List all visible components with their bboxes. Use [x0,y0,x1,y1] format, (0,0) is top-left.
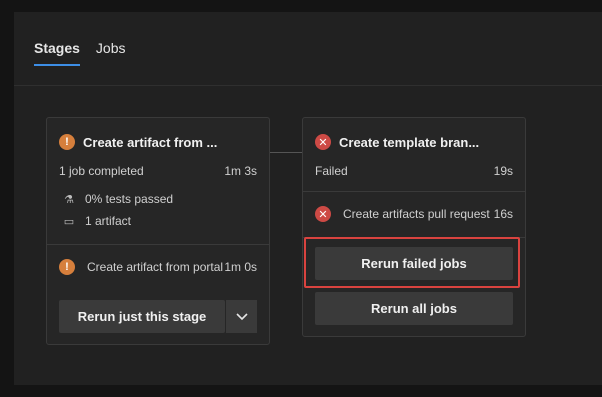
stage-summary-label: 1 job completed [59,164,144,178]
stage-title-text: Create artifact from ... [83,134,218,150]
error-icon: ✕ [315,134,331,150]
stage-card-create-template[interactable]: ✕ Create template bran... Failed 19s ✕ C… [302,117,526,337]
chevron-down-icon [235,312,248,320]
rerun-stage-button[interactable]: Rerun just this stage [59,300,225,333]
stage-summary-label: Failed [315,164,348,178]
job-name: Create artifact from portal [87,260,224,274]
rerun-all-jobs-button[interactable]: Rerun all jobs [315,292,513,325]
rerun-options-button[interactable] [225,300,257,333]
card-divider [303,191,525,192]
stage-title[interactable]: ✕ Create template bran... [315,134,479,150]
flask-icon: ⚗ [64,193,74,206]
stage-summary-time: 19s [493,164,513,178]
warning-icon: ! [59,259,75,275]
tests-label: 0% tests passed [85,192,174,206]
artifact-summary: ▭ 1 artifact [63,214,131,228]
job-time: 1m 0s [224,260,257,274]
stage-title[interactable]: ! Create artifact from ... [59,134,217,150]
job-time: 16s [493,207,513,221]
job-name: Create artifacts pull request [343,207,490,221]
tab-bar: Stages Jobs [34,40,126,66]
stage-title-text: Create template bran... [339,134,480,150]
warning-icon: ! [59,134,75,150]
stage-summary-time: 1m 3s [224,164,257,178]
tab-divider [14,85,602,86]
artifact-icon: ▭ [63,215,75,228]
top-strip [0,0,602,12]
stage-summary: 1 job completed 1m 3s [59,164,257,178]
job-row[interactable]: ! Create artifact from portal 1m 0s [59,259,257,275]
stage-connector [270,152,302,153]
highlight-box [304,237,520,288]
tab-jobs[interactable]: Jobs [96,40,126,66]
card-divider [47,244,269,245]
stages-panel: Stages Jobs ! Create artifact from ... 1… [14,12,602,385]
bottom-strip [0,385,602,397]
tests-summary: ⚗ 0% tests passed [63,192,173,206]
stage-summary: Failed 19s [315,164,513,178]
tab-stages[interactable]: Stages [34,40,80,66]
left-strip [0,0,14,397]
stage-card-create-artifact[interactable]: ! Create artifact from ... 1 job complet… [46,117,270,345]
job-row[interactable]: ✕ Create artifacts pull request 16s [315,206,513,222]
error-icon: ✕ [315,206,331,222]
artifact-label: 1 artifact [85,214,132,228]
